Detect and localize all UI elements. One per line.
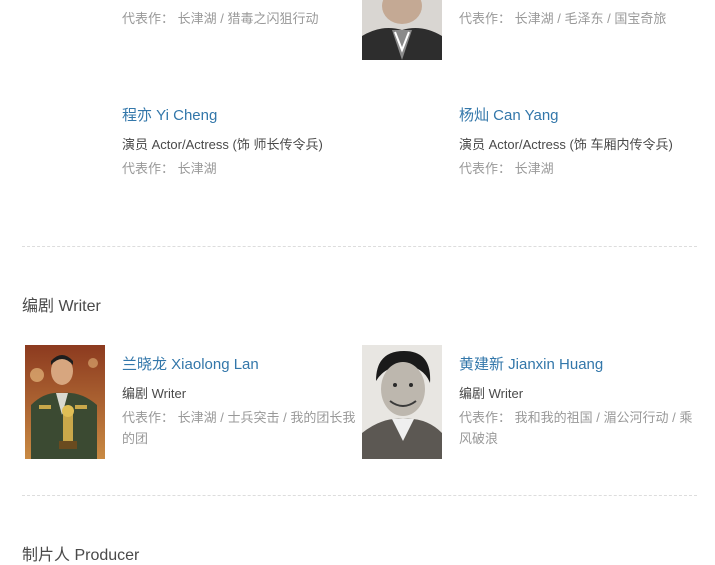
section-title-writer: 编剧 Writer (22, 298, 101, 315)
section-divider (22, 495, 697, 496)
person-name-link[interactable]: 杨灿 Can Yang (459, 104, 559, 125)
person-name-link[interactable]: 程亦 Yi Cheng (122, 104, 217, 125)
works-list: 代表作： 长津湖 (459, 161, 554, 176)
work-link[interactable]: 毛泽东 (565, 11, 604, 26)
work-link[interactable]: 士兵突击 (228, 410, 280, 425)
work-link[interactable]: 湄公河行动 (604, 410, 669, 425)
person-role: 编剧 Writer (459, 386, 524, 401)
person-photo[interactable] (362, 345, 442, 459)
works-list: 代表作： 长津湖 (122, 161, 217, 176)
work-link[interactable]: 国宝奇旅 (614, 11, 666, 26)
person-role: 演员 Actor/Actress (饰 车厢内传令兵) (459, 137, 673, 152)
work-link[interactable]: 我和我的祖国 (515, 410, 593, 425)
work-link[interactable]: 长津湖 (178, 11, 217, 26)
works-list: 代表作： 长津湖 / 猎毒之闪狙行动 (122, 11, 319, 26)
section-divider (22, 246, 697, 247)
work-link[interactable]: 长津湖 (515, 11, 554, 26)
work-link[interactable]: 长津湖 (178, 410, 217, 425)
person-photo[interactable] (362, 0, 442, 60)
work-link[interactable]: 长津湖 (515, 161, 554, 176)
work-link[interactable]: 猎毒之闪狙行动 (228, 11, 319, 26)
person-photo[interactable] (25, 345, 105, 459)
person-name-link[interactable]: 兰晓龙 Xiaolong Lan (122, 353, 259, 374)
work-link[interactable]: 长津湖 (178, 161, 217, 176)
person-role: 编剧 Writer (122, 386, 187, 401)
works-list: 代表作： 长津湖 / 士兵突击 / 我的团长我的团 (122, 410, 356, 446)
works-list: 代表作： 长津湖 / 毛泽东 / 国宝奇旅 (459, 11, 667, 26)
person-role: 演员 Actor/Actress (饰 师长传令兵) (122, 137, 323, 152)
person-name-link[interactable]: 黄建新 Jianxin Huang (459, 353, 603, 374)
works-list: 代表作： 我和我的祖国 / 湄公河行动 / 乘风破浪 (459, 410, 693, 446)
section-title-producer: 制片人 Producer (22, 547, 140, 564)
